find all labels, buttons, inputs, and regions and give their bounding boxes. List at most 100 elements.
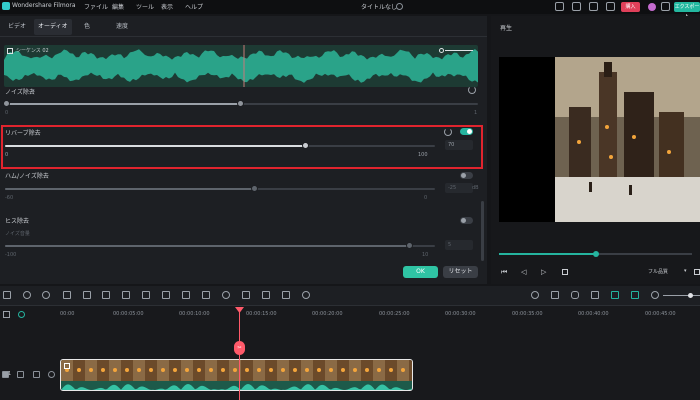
- hiss-sub-label: ノイズ音量: [5, 231, 30, 237]
- zoom-out-icon[interactable]: [651, 291, 659, 299]
- avatar[interactable]: [648, 3, 656, 11]
- project-title: タイトルなし: [361, 4, 398, 11]
- clip-thumbnail-light: [329, 368, 333, 372]
- menu-help[interactable]: ヘルプ: [185, 2, 203, 11]
- stop-icon[interactable]: [562, 269, 568, 275]
- clip-thumbnail-light: [101, 368, 105, 372]
- menu-file[interactable]: ファイル: [84, 2, 108, 11]
- hum-slider-fill: [5, 188, 255, 190]
- grid-icon[interactable]: [661, 2, 670, 11]
- hiss-slider-fill: [5, 245, 409, 247]
- mic-icon[interactable]: [571, 291, 579, 299]
- tab-color[interactable]: 色: [80, 19, 94, 35]
- quality-select[interactable]: フル品質: [648, 268, 668, 275]
- effects-icon[interactable]: [202, 291, 210, 299]
- more-icon[interactable]: [302, 291, 310, 299]
- crop-icon[interactable]: [142, 291, 150, 299]
- tab-video[interactable]: ビデオ: [4, 19, 30, 35]
- clip-thumbnail-light: [257, 368, 261, 372]
- zoom-slider-knob[interactable]: [688, 293, 693, 298]
- ruler-label: 00:00:15:00: [246, 311, 277, 317]
- noise-slider-fill: [5, 103, 241, 105]
- fullscreen-icon[interactable]: [694, 269, 700, 275]
- speaker-icon[interactable]: [33, 371, 40, 378]
- clip-thumbnail-light: [281, 368, 285, 372]
- video-clip[interactable]: [60, 359, 413, 391]
- panel-scrollbar[interactable]: [481, 201, 484, 261]
- play-reverse-icon[interactable]: ◁: [521, 268, 526, 276]
- notification-icon[interactable]: [606, 2, 615, 11]
- keyframe-icon[interactable]: [242, 291, 250, 299]
- buy-button[interactable]: 購入: [621, 2, 640, 12]
- redo-icon[interactable]: [42, 291, 50, 299]
- menu-edit[interactable]: 編集: [112, 2, 124, 11]
- chevron-down-icon[interactable]: ▾: [32, 88, 35, 94]
- clip-thumbnail-light: [173, 368, 177, 372]
- ruler-label: 00:00:30:00: [445, 311, 476, 317]
- prev-frame-icon[interactable]: ⏮: [501, 268, 507, 277]
- hum-value-field[interactable]: -25: [445, 183, 473, 193]
- chevron-down-icon[interactable]: ▾: [684, 268, 687, 274]
- export-button[interactable]: エクスポート: [674, 2, 700, 20]
- menu-view[interactable]: 表示: [161, 2, 173, 11]
- hiss-slider-knob[interactable]: [406, 242, 413, 249]
- speed-icon[interactable]: [222, 291, 230, 299]
- reverb-removal-label: リバーブ除去: [5, 130, 41, 137]
- reverb-reset-icon[interactable]: [444, 128, 452, 136]
- clip-thumbnail-light: [353, 368, 357, 372]
- clip-thumbnail-light: [401, 368, 405, 372]
- audio-icon[interactable]: [102, 291, 110, 299]
- preview-title: 再生: [500, 25, 513, 32]
- audio-waveform[interactable]: シーケンス 02: [4, 45, 478, 87]
- ruler-label: 00:00:05:00: [113, 311, 144, 317]
- cloud-icon[interactable]: [589, 2, 598, 11]
- clip-thumbnail-light: [389, 368, 393, 372]
- render-icon[interactable]: [531, 291, 539, 299]
- clip-thumbnail-light: [137, 368, 141, 372]
- split-icon[interactable]: [282, 291, 290, 299]
- play-icon[interactable]: ▷: [541, 268, 546, 276]
- text-icon[interactable]: [162, 291, 170, 299]
- tag-icon[interactable]: [122, 291, 130, 299]
- editor-tabs: ビデオ オーディオ 色 速度: [0, 16, 487, 37]
- ok-button[interactable]: OK: [403, 266, 438, 278]
- menu-tools[interactable]: ツール: [136, 2, 154, 11]
- reverb-toggle[interactable]: [460, 128, 473, 135]
- noise-slider-knob-min[interactable]: [3, 100, 10, 107]
- hiss-value-field[interactable]: 5: [445, 240, 473, 250]
- split-marker[interactable]: ✂: [234, 341, 245, 355]
- marker-icon[interactable]: [551, 291, 559, 299]
- save-icon[interactable]: [572, 2, 581, 11]
- hum-scale-min: -60: [5, 195, 14, 201]
- hiss-toggle[interactable]: [460, 217, 473, 224]
- cut-icon[interactable]: [83, 291, 91, 299]
- zoom-slider[interactable]: [663, 295, 700, 296]
- ai-audio-icon[interactable]: [611, 291, 619, 299]
- snap-icon[interactable]: [591, 291, 599, 299]
- layout-icon[interactable]: [555, 2, 564, 11]
- tab-audio[interactable]: オーディオ: [34, 19, 72, 35]
- track-manager-icon[interactable]: [3, 311, 10, 318]
- reverb-slider-knob[interactable]: [302, 142, 309, 149]
- fit-icon[interactable]: [262, 291, 270, 299]
- hum-slider-knob[interactable]: [251, 185, 258, 192]
- auto-sync-icon[interactable]: [631, 291, 639, 299]
- adjust-icon[interactable]: [182, 291, 190, 299]
- hum-unit: dB: [472, 185, 479, 191]
- reset-button[interactable]: リセット: [443, 266, 478, 278]
- noise-reset-icon[interactable]: [468, 86, 476, 94]
- tab-speed[interactable]: 速度: [112, 19, 132, 35]
- folder-icon[interactable]: [17, 371, 24, 378]
- link-icon[interactable]: [18, 311, 25, 318]
- reverb-value-field[interactable]: 70: [445, 140, 473, 150]
- layout-grid-icon[interactable]: [3, 291, 11, 299]
- volume-handle[interactable]: [439, 48, 444, 53]
- undo-icon[interactable]: [23, 291, 31, 299]
- delete-icon[interactable]: [63, 291, 71, 299]
- eye-icon[interactable]: [48, 371, 55, 378]
- clip-thumbnail-light: [233, 368, 237, 372]
- hum-toggle[interactable]: [460, 172, 473, 179]
- app-logo-icon: [2, 2, 10, 10]
- hiss-scale-min: -100: [5, 252, 17, 258]
- noise-slider-knob[interactable]: [237, 100, 244, 107]
